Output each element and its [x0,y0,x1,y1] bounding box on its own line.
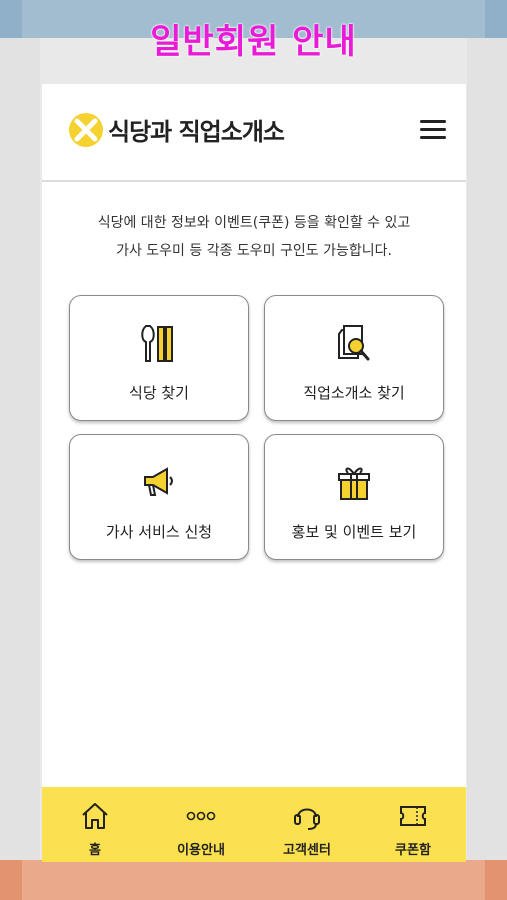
tab-customer-center[interactable]: 고객센터 [254,787,360,862]
right-margin [467,38,507,860]
view-promotions-events-button[interactable]: 홍보 및 이벤트 보기 [264,434,444,560]
app-header: 식당과 직업소개소 [42,84,466,182]
housework-service-request-button[interactable]: 가사 서비스 신청 [69,434,249,560]
tab-home-label: 홈 [89,843,101,858]
intro-text-line-1: 식당에 대한 정보와 이벤트(쿠폰) 등을 확인할 수 있고 [97,215,411,231]
bottom-tab-bar: 홈 이용안내 고객센터 쿠폰함 [42,787,466,862]
more-dots-icon [186,811,216,821]
tab-coupon-box[interactable]: 쿠폰함 [360,787,466,862]
hamburger-menu-icon[interactable] [420,120,446,140]
left-margin [0,38,40,860]
gift-icon [338,467,370,500]
bottom-background-strip [0,860,507,900]
tab-customer-center-label: 고객센터 [283,843,331,858]
bottom-right-edge [485,860,507,900]
tab-coupon-box-label: 쿠폰함 [395,843,431,858]
find-job-agency-button[interactable]: 직업소개소 찾기 [264,295,444,421]
headset-icon [294,808,320,830]
banner-title: 일반회원 안내 [150,22,357,62]
find-restaurant-label: 식당 찾기 [129,384,189,402]
tab-home[interactable]: 홈 [42,787,148,862]
brand-logo-icon [69,113,103,147]
intro-text-line-2: 가사 도우미 등 각종 도우미 구인도 가능합니다. [116,243,392,259]
home-icon [82,803,108,829]
housework-service-request-label: 가사 서비스 신청 [105,523,213,541]
find-job-agency-label: 직업소개소 찾기 [303,384,405,402]
find-restaurant-button[interactable]: 식당 찾기 [69,295,249,421]
document-search-icon [338,325,370,361]
bottom-left-edge [0,860,22,900]
tab-usage-guide-label: 이용안내 [177,843,225,858]
megaphone-icon [144,467,173,496]
app-screen: 식당과 직업소개소 식당에 대한 정보와 이벤트(쿠폰) 등을 확인할 수 있고… [42,84,466,862]
utensils-icon [141,325,173,362]
view-promotions-events-label: 홍보 및 이벤트 보기 [291,523,417,541]
ticket-icon [400,806,426,826]
tab-usage-guide[interactable]: 이용안내 [148,787,254,862]
brand-name: 식당과 직업소개소 [108,118,285,146]
